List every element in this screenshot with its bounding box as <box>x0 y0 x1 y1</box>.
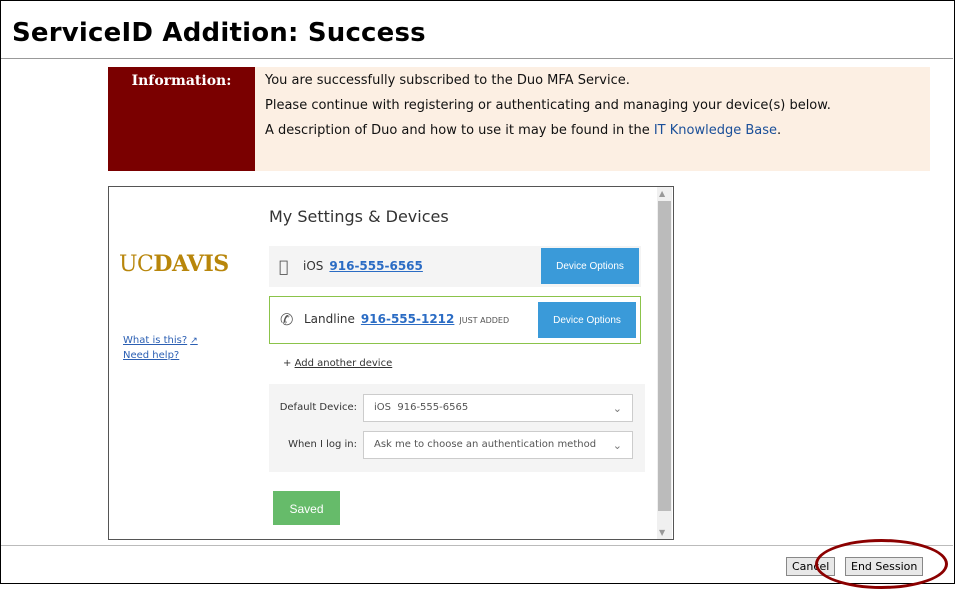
information-panel: Information: You are successfully subscr… <box>108 67 930 171</box>
chevron-down-icon: ⌄ <box>612 402 622 415</box>
just-added-badge: JUST ADDED <box>459 316 510 325</box>
footer-divider <box>1 545 953 546</box>
logo-uc: UC <box>119 252 154 277</box>
information-label: Information: <box>108 67 255 171</box>
external-link-icon: ↗ <box>190 336 198 346</box>
saved-button[interactable]: Saved <box>273 491 340 525</box>
apple-icon:  <box>279 257 289 276</box>
info-line-3-suffix: . <box>777 123 782 138</box>
cancel-button[interactable]: Cancel <box>786 557 836 576</box>
device-row-ios:  iOS916-555-6565 Device Options <box>269 246 641 287</box>
page-title: ServiceID Addition: Success <box>12 18 426 48</box>
preferences-panel: Default Device: iOS 916-555-6565 ⌄ When I… <box>269 384 645 472</box>
add-device-link[interactable]: + Add another device <box>283 358 392 369</box>
scrollbar-thumb[interactable] <box>658 201 671 511</box>
chevron-down-icon: ⌄ <box>612 439 622 452</box>
scrollbar[interactable]: ▲ ▼ <box>657 187 672 539</box>
settings-title: My Settings & Devices <box>269 207 449 226</box>
info-line-3: A description of Duo and how to use it m… <box>265 120 831 145</box>
when-login-label: When I log in: <box>288 439 357 450</box>
ucdavis-logo: UCDAVIS <box>119 251 229 277</box>
info-line-1: You are successfully subscribed to the D… <box>265 73 630 88</box>
phone-icon: ✆ <box>280 310 294 329</box>
information-text: You are successfully subscribed to the D… <box>265 70 831 145</box>
device-name: iOS 916-555-6565 <box>303 259 423 273</box>
end-session-button[interactable]: End Session <box>845 557 924 576</box>
device-options-button[interactable]: Device Options <box>541 248 639 284</box>
logo-davis: DAVIS <box>153 251 229 277</box>
side-links: What is this? ↗ Need help? <box>123 333 198 363</box>
scroll-down-icon[interactable]: ▼ <box>659 528 665 537</box>
when-login-select[interactable]: Ask me to choose an authentication metho… <box>363 431 633 459</box>
knowledge-base-link[interactable]: IT Knowledge Base <box>654 123 777 138</box>
default-device-select[interactable]: iOS 916-555-6565 ⌄ <box>363 394 633 422</box>
info-line-2: Please continue with registering or auth… <box>265 98 831 113</box>
device-options-button[interactable]: Device Options <box>538 302 636 338</box>
need-help-link[interactable]: Need help? <box>123 348 198 363</box>
device-number-link[interactable]: 916-555-6565 <box>329 259 422 273</box>
device-row-landline: ✆ Landline 916-555-1212 JUST ADDED Device … <box>269 296 641 344</box>
title-divider <box>1 58 953 59</box>
duo-settings-frame: UCDAVIS What is this? ↗ Need help? My Set… <box>108 186 674 540</box>
info-line-3-prefix: A description of Duo and how to use it m… <box>265 123 654 138</box>
device-number-link[interactable]: 916-555-1212 <box>361 312 454 326</box>
what-is-this-link[interactable]: What is this? ↗ <box>123 333 198 348</box>
default-device-label: Default Device: <box>279 402 357 413</box>
device-name: Landline 916-555-1212 JUST ADDED <box>304 312 510 326</box>
scroll-up-icon[interactable]: ▲ <box>659 189 665 198</box>
